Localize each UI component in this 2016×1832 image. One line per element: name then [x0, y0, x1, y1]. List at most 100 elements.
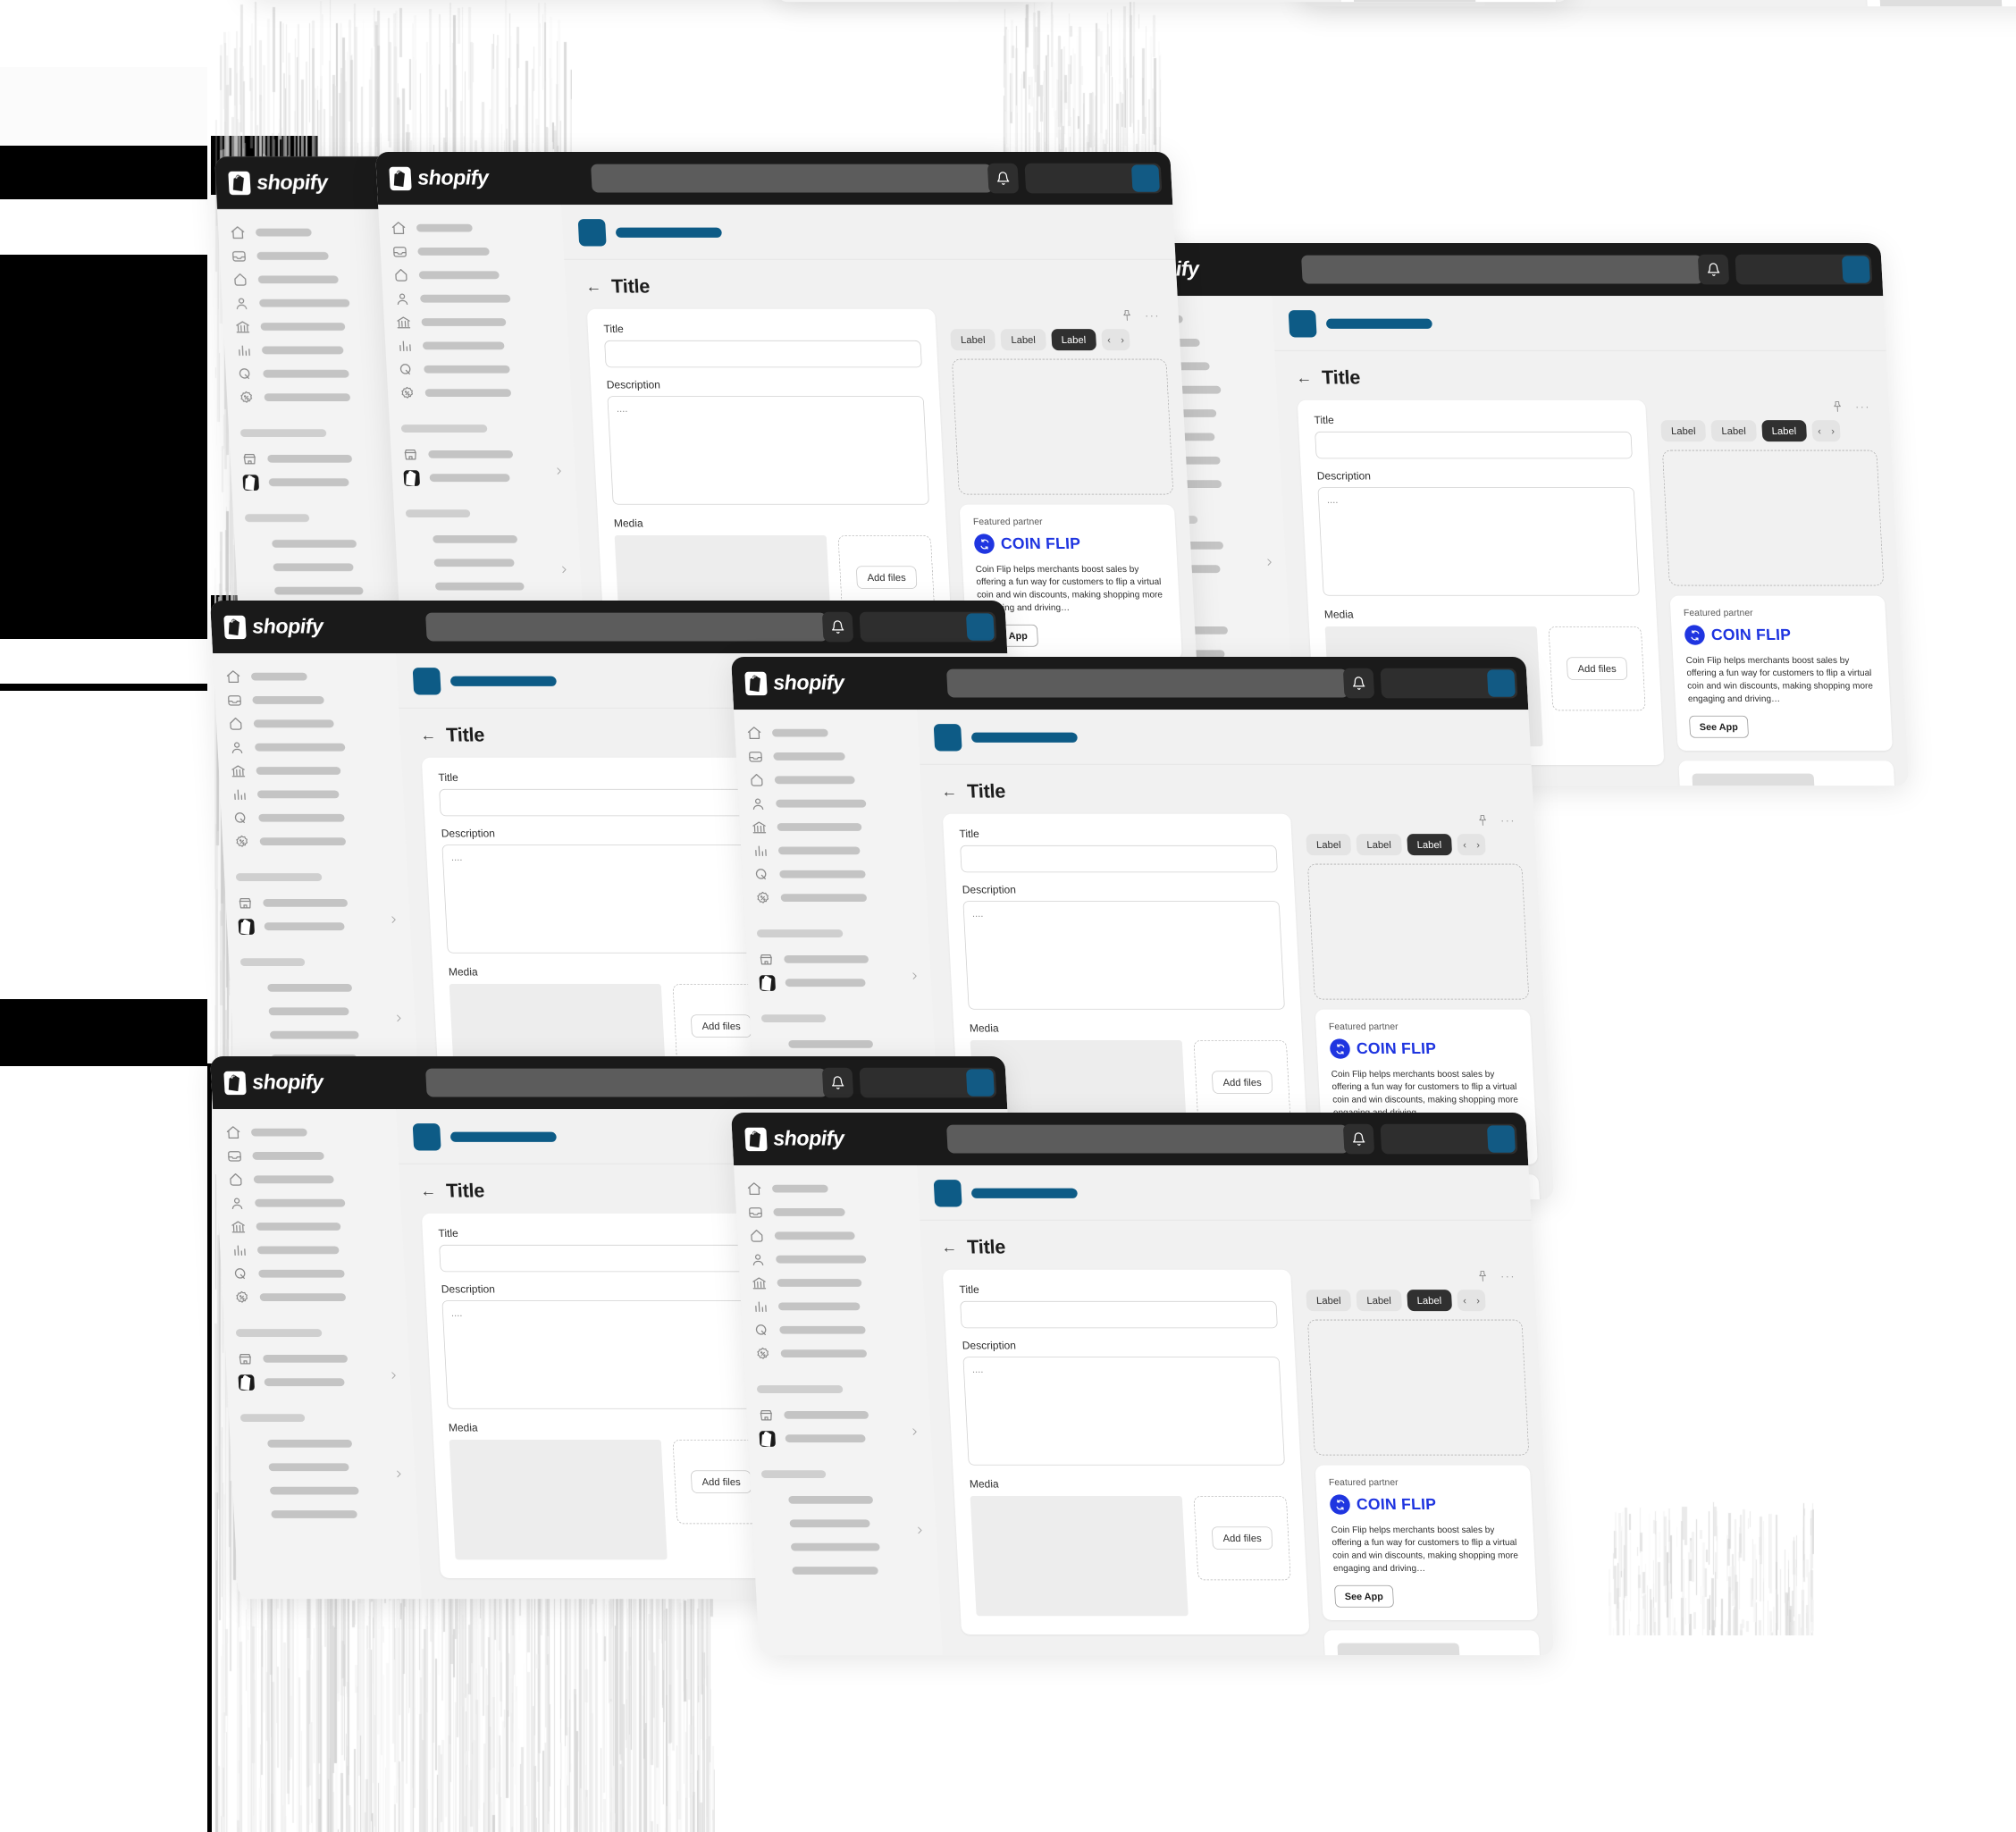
sidebar-item-discounts[interactable] — [233, 829, 398, 853]
description-textarea[interactable]: .... — [1317, 487, 1640, 596]
sidebar-item-home[interactable] — [230, 221, 394, 244]
pin-icon[interactable] — [1121, 309, 1134, 322]
sidebar-item-analytics[interactable] — [752, 1295, 916, 1318]
arrow-left-icon[interactable]: ← — [585, 277, 602, 295]
user-menu[interactable] — [859, 611, 997, 643]
pin-icon[interactable] — [1476, 1270, 1490, 1282]
tab-label-3[interactable]: Label — [1406, 834, 1452, 856]
shopify-logo[interactable]: shopify — [228, 171, 328, 195]
sidebar-item-marketing[interactable] — [237, 362, 401, 385]
tab-label-2[interactable]: Label — [1000, 329, 1046, 351]
sidebar-app-item[interactable] — [762, 1488, 927, 1511]
sidebar-app-item[interactable] — [762, 1032, 927, 1055]
search-input[interactable] — [425, 1068, 828, 1097]
chevron-right-icon[interactable] — [909, 968, 920, 987]
tab-label-3[interactable]: Label — [1050, 329, 1096, 351]
sidebar-item-orders[interactable] — [226, 1144, 391, 1167]
see-app-button[interactable]: See App — [1688, 715, 1749, 738]
sidebar-item-finance[interactable] — [230, 1214, 394, 1238]
description-textarea[interactable]: .... — [962, 901, 1285, 1010]
shopify-logo[interactable]: shopify — [389, 166, 489, 190]
more-horizontal-icon[interactable]: ··· — [1855, 400, 1871, 413]
shopify-logo[interactable]: shopify — [744, 671, 844, 695]
chevron-right-icon[interactable] — [388, 1367, 399, 1386]
see-app-button[interactable]: See App — [1333, 1584, 1394, 1608]
sidebar-app-item[interactable] — [245, 1502, 409, 1525]
sidebar-item-customers[interactable] — [750, 792, 914, 815]
sidebar-item-customers[interactable] — [233, 291, 398, 315]
sidebar-item-discounts[interactable] — [754, 886, 919, 909]
sidebar-item-online-store[interactable] — [758, 1403, 922, 1426]
arrow-left-icon[interactable]: ← — [420, 1181, 437, 1199]
chevron-right-icon[interactable] — [909, 1424, 920, 1442]
search-input[interactable] — [946, 1124, 1349, 1154]
arrow-left-icon[interactable]: ← — [941, 1238, 958, 1256]
sidebar-item-home[interactable] — [391, 216, 555, 240]
bell-icon[interactable] — [1342, 668, 1375, 699]
sidebar-app-item[interactable] — [407, 551, 572, 575]
sidebar-item-orders[interactable] — [747, 1200, 911, 1223]
media-dropzone[interactable]: Add files — [1193, 1496, 1291, 1581]
add-files-button[interactable]: Add files — [1566, 657, 1628, 680]
search-input[interactable] — [591, 164, 994, 193]
title-input[interactable] — [439, 788, 757, 817]
sidebar-item-products[interactable] — [227, 1168, 391, 1191]
sidebar-item-orders[interactable] — [747, 744, 911, 768]
sidebar-item-home[interactable] — [225, 665, 390, 688]
description-textarea[interactable]: .... — [441, 845, 764, 954]
chevron-right-icon[interactable] — [553, 463, 564, 482]
sidebar-item-online-store[interactable] — [237, 1347, 401, 1370]
add-files-button[interactable]: Add files — [855, 566, 918, 589]
arrow-left-icon[interactable]: ← — [420, 726, 437, 744]
prev-button[interactable]: ‹ — [1818, 425, 1821, 437]
shopify-logo[interactable]: shopify — [223, 1071, 323, 1095]
sidebar-app-item[interactable] — [242, 1456, 407, 1479]
sidebar-item-shop[interactable] — [238, 1371, 402, 1394]
next-button[interactable]: › — [1476, 1295, 1480, 1307]
sidebar-item-shop[interactable] — [403, 466, 567, 490]
sidebar-item-finance[interactable] — [751, 815, 915, 838]
sidebar-app-item[interactable] — [244, 1023, 408, 1046]
sidebar-item-shop[interactable] — [238, 915, 402, 938]
pin-icon[interactable] — [1831, 400, 1844, 413]
placeholder-dropzone[interactable] — [1307, 863, 1530, 1000]
sidebar-item-marketing[interactable] — [753, 1318, 918, 1341]
tab-label-3[interactable]: Label — [1760, 420, 1807, 442]
arrow-left-icon[interactable]: ← — [1296, 368, 1313, 386]
chevron-right-icon[interactable] — [393, 1011, 404, 1029]
more-horizontal-icon[interactable]: ··· — [1145, 309, 1161, 322]
bell-icon[interactable] — [821, 611, 854, 643]
sidebar-item-analytics[interactable] — [231, 783, 395, 806]
bell-icon[interactable] — [987, 163, 1020, 194]
sidebar-app-item[interactable] — [247, 556, 411, 579]
search-input[interactable] — [946, 668, 1349, 698]
prev-button[interactable]: ‹ — [1107, 334, 1111, 346]
sidebar-item-discounts[interactable] — [233, 1285, 398, 1308]
bell-icon[interactable] — [1342, 1123, 1375, 1155]
sidebar-app-item[interactable] — [409, 575, 574, 598]
user-menu[interactable] — [859, 1067, 997, 1098]
sidebar-item-home[interactable] — [225, 1121, 390, 1144]
description-textarea[interactable]: .... — [962, 1357, 1285, 1466]
sidebar-item-shop[interactable] — [759, 971, 923, 995]
sidebar-item-analytics[interactable] — [231, 1239, 395, 1262]
title-input[interactable] — [1315, 431, 1633, 459]
user-menu[interactable] — [1024, 163, 1163, 194]
sidebar-item-customers[interactable] — [750, 1248, 914, 1271]
chevron-right-icon[interactable] — [393, 1466, 404, 1485]
title-input[interactable] — [960, 1300, 1278, 1329]
sidebar-item-orders[interactable] — [231, 244, 395, 267]
sidebar-app-item[interactable] — [407, 527, 571, 550]
sidebar-app-item[interactable] — [246, 532, 410, 555]
sidebar-item-discounts[interactable] — [238, 385, 402, 408]
placeholder-dropzone[interactable] — [1307, 1319, 1530, 1456]
description-textarea[interactable]: .... — [441, 1300, 764, 1409]
user-menu[interactable] — [1380, 1123, 1518, 1155]
sidebar-item-shop[interactable] — [242, 471, 407, 494]
sidebar-item-analytics[interactable] — [396, 334, 560, 357]
tab-label-1[interactable]: Label — [1306, 1290, 1352, 1312]
title-input[interactable] — [439, 1244, 757, 1273]
media-dropzone[interactable]: Add files — [1548, 626, 1646, 711]
shopify-logo[interactable]: shopify — [223, 615, 323, 639]
placeholder-dropzone[interactable] — [952, 358, 1174, 495]
